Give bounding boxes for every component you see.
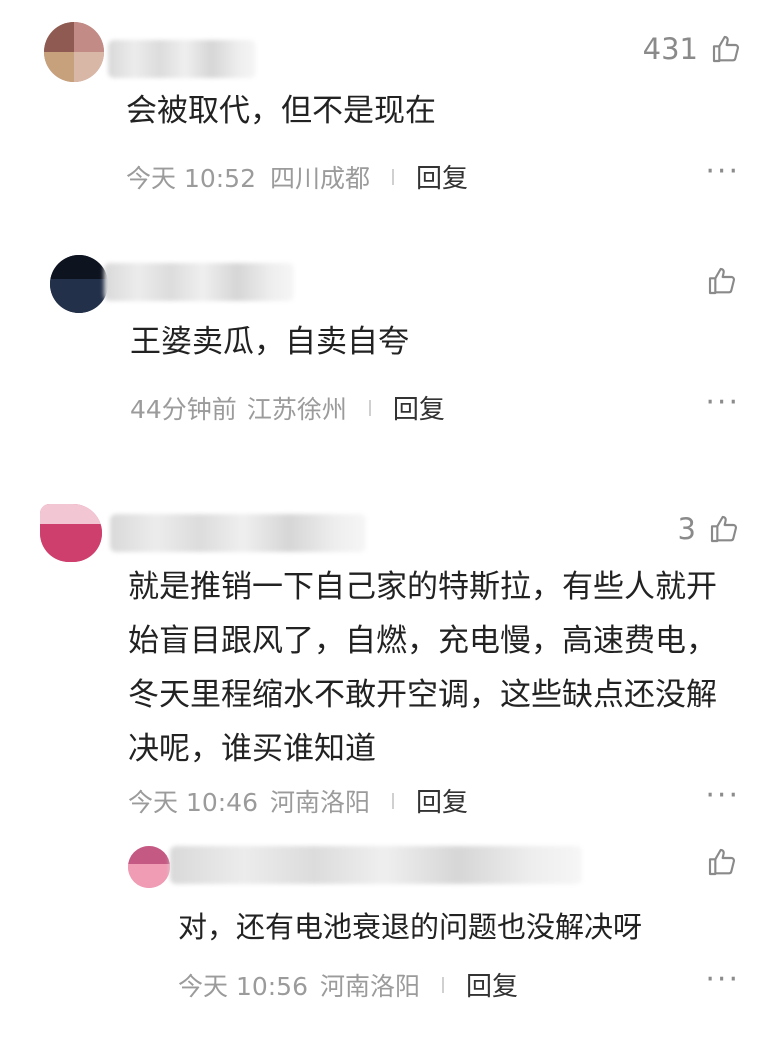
username-blurred[interactable] — [108, 40, 256, 78]
avatar[interactable] — [40, 504, 102, 562]
like-button[interactable]: 3 — [678, 512, 740, 546]
like-count: 3 — [677, 512, 696, 546]
more-icon[interactable]: ··· — [705, 385, 740, 420]
thumbs-up-icon — [706, 846, 738, 878]
comment-location: 四川成都 — [270, 163, 371, 193]
like-button[interactable] — [694, 846, 738, 878]
comment-list: 431 会被取代，但不是现在 今天 10:52 四川成都 回复 ··· 王婆卖瓜… — [0, 0, 768, 1050]
comment-time: 44分钟前 — [130, 394, 237, 424]
avatar[interactable] — [44, 22, 104, 82]
comment-text: 就是推销一下自己家的特斯拉，有些人就开始盲目跟风了，自燃，充电慢，高速费电，冬天… — [128, 569, 717, 767]
comment-location: 河南洛阳 — [270, 787, 371, 817]
username-blurred[interactable] — [110, 514, 366, 552]
more-icon[interactable]: ··· — [705, 778, 740, 813]
comment-time: 今天 10:46 — [128, 787, 258, 817]
reply-button[interactable]: 回复 — [416, 782, 468, 819]
username-blurred[interactable] — [170, 846, 582, 884]
thumbs-up-icon — [710, 33, 742, 65]
reply-meta: 今天 10:56 河南洛阳 回复 — [178, 966, 518, 1003]
like-count: 431 — [642, 32, 698, 66]
reply-button[interactable]: 回复 — [416, 158, 468, 195]
more-icon[interactable]: ··· — [705, 962, 740, 997]
reply-location: 河南洛阳 — [320, 971, 421, 1001]
meta-divider — [442, 976, 445, 993]
comment-text: 王婆卖瓜，自卖自夸 — [130, 324, 409, 360]
meta-divider — [392, 168, 395, 185]
comment-meta: 今天 10:52 四川成都 回复 — [126, 158, 468, 195]
reply-text: 对，还有电池衰退的问题也没解决呀 — [178, 910, 643, 944]
avatar[interactable] — [128, 846, 170, 888]
comment-meta: 今天 10:46 河南洛阳 回复 — [128, 782, 468, 819]
reply-button[interactable]: 回复 — [466, 966, 518, 1003]
thumbs-up-icon — [706, 265, 738, 297]
username-blurred[interactable] — [104, 263, 294, 301]
comment-location: 江苏徐州 — [246, 394, 347, 424]
comment-meta: 44分钟前 江苏徐州 回复 — [130, 389, 445, 426]
thumbs-up-icon — [708, 513, 740, 545]
more-icon[interactable]: ··· — [705, 154, 740, 189]
comment-time: 今天 10:52 — [126, 163, 256, 193]
like-button[interactable] — [694, 265, 738, 297]
avatar[interactable] — [50, 255, 108, 313]
reply-button[interactable]: 回复 — [393, 389, 445, 426]
meta-divider — [392, 792, 395, 809]
reply-time: 今天 10:56 — [178, 971, 308, 1001]
comment-text: 会被取代，但不是现在 — [126, 93, 436, 129]
like-button[interactable]: 431 — [643, 32, 742, 66]
meta-divider — [368, 399, 371, 416]
